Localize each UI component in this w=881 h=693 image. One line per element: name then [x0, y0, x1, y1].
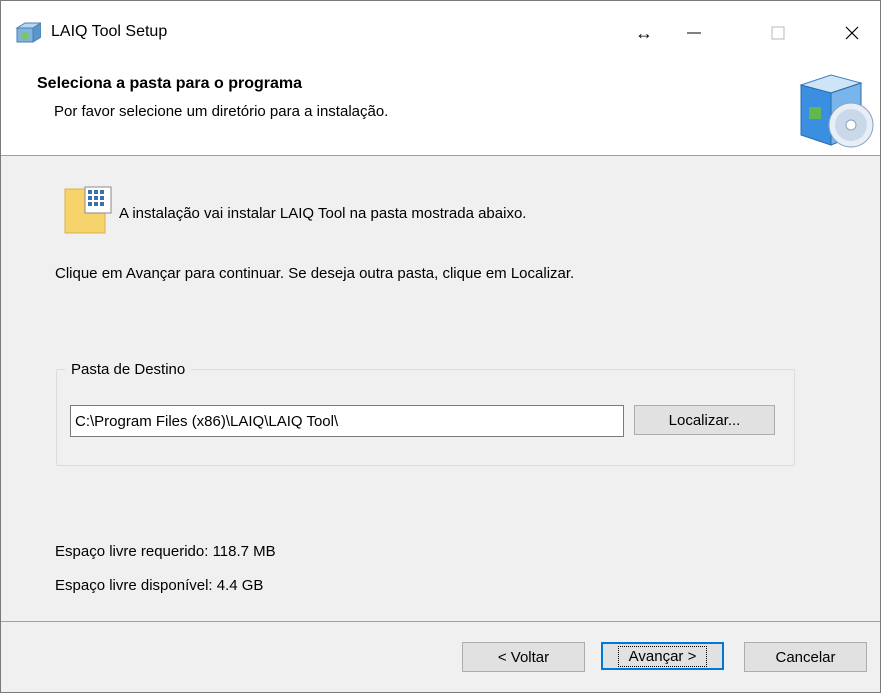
back-button[interactable]: < Voltar — [462, 642, 585, 672]
page-subtitle: Por favor selecione um diretório para a … — [54, 103, 389, 120]
installer-disc-box-icon — [799, 74, 874, 148]
footer-divider — [1, 621, 880, 622]
folder-icon — [64, 186, 112, 234]
minimize-button[interactable] — [669, 13, 719, 53]
resize-button[interactable]: ↔ — [619, 13, 669, 53]
space-required-text: Espaço livre requerido: 118.7 MB — [55, 543, 276, 560]
space-available-text: Espaço livre disponível: 4.4 GB — [55, 577, 264, 594]
close-icon — [845, 26, 859, 40]
next-button-label: Avançar > — [617, 645, 708, 667]
maximize-icon — [771, 26, 785, 40]
title-bar: LAIQ Tool Setup ↔ — [1, 1, 880, 63]
installer-box-icon — [15, 22, 41, 43]
window-title: LAIQ Tool Setup — [51, 23, 168, 40]
browse-button[interactable]: Localizar... — [634, 405, 775, 435]
close-button[interactable] — [827, 13, 877, 53]
cancel-button[interactable]: Cancelar — [744, 642, 867, 672]
wizard-header: Seleciona a pasta para o programa Por fa… — [1, 63, 880, 156]
setup-window: LAIQ Tool Setup ↔ Seleciona a pasta para… — [0, 0, 881, 693]
destination-group-label: Pasta de Destino — [65, 361, 192, 378]
instruction-text: Clique em Avançar para continuar. Se des… — [55, 265, 575, 282]
destination-path-input[interactable] — [70, 405, 624, 437]
info-text: A instalação vai instalar LAIQ Tool na p… — [119, 205, 527, 222]
next-button[interactable]: Avançar > — [601, 642, 724, 670]
page-title: Seleciona a pasta para o programa — [37, 75, 302, 92]
maximize-button[interactable] — [753, 13, 803, 53]
minimize-icon — [687, 32, 701, 34]
